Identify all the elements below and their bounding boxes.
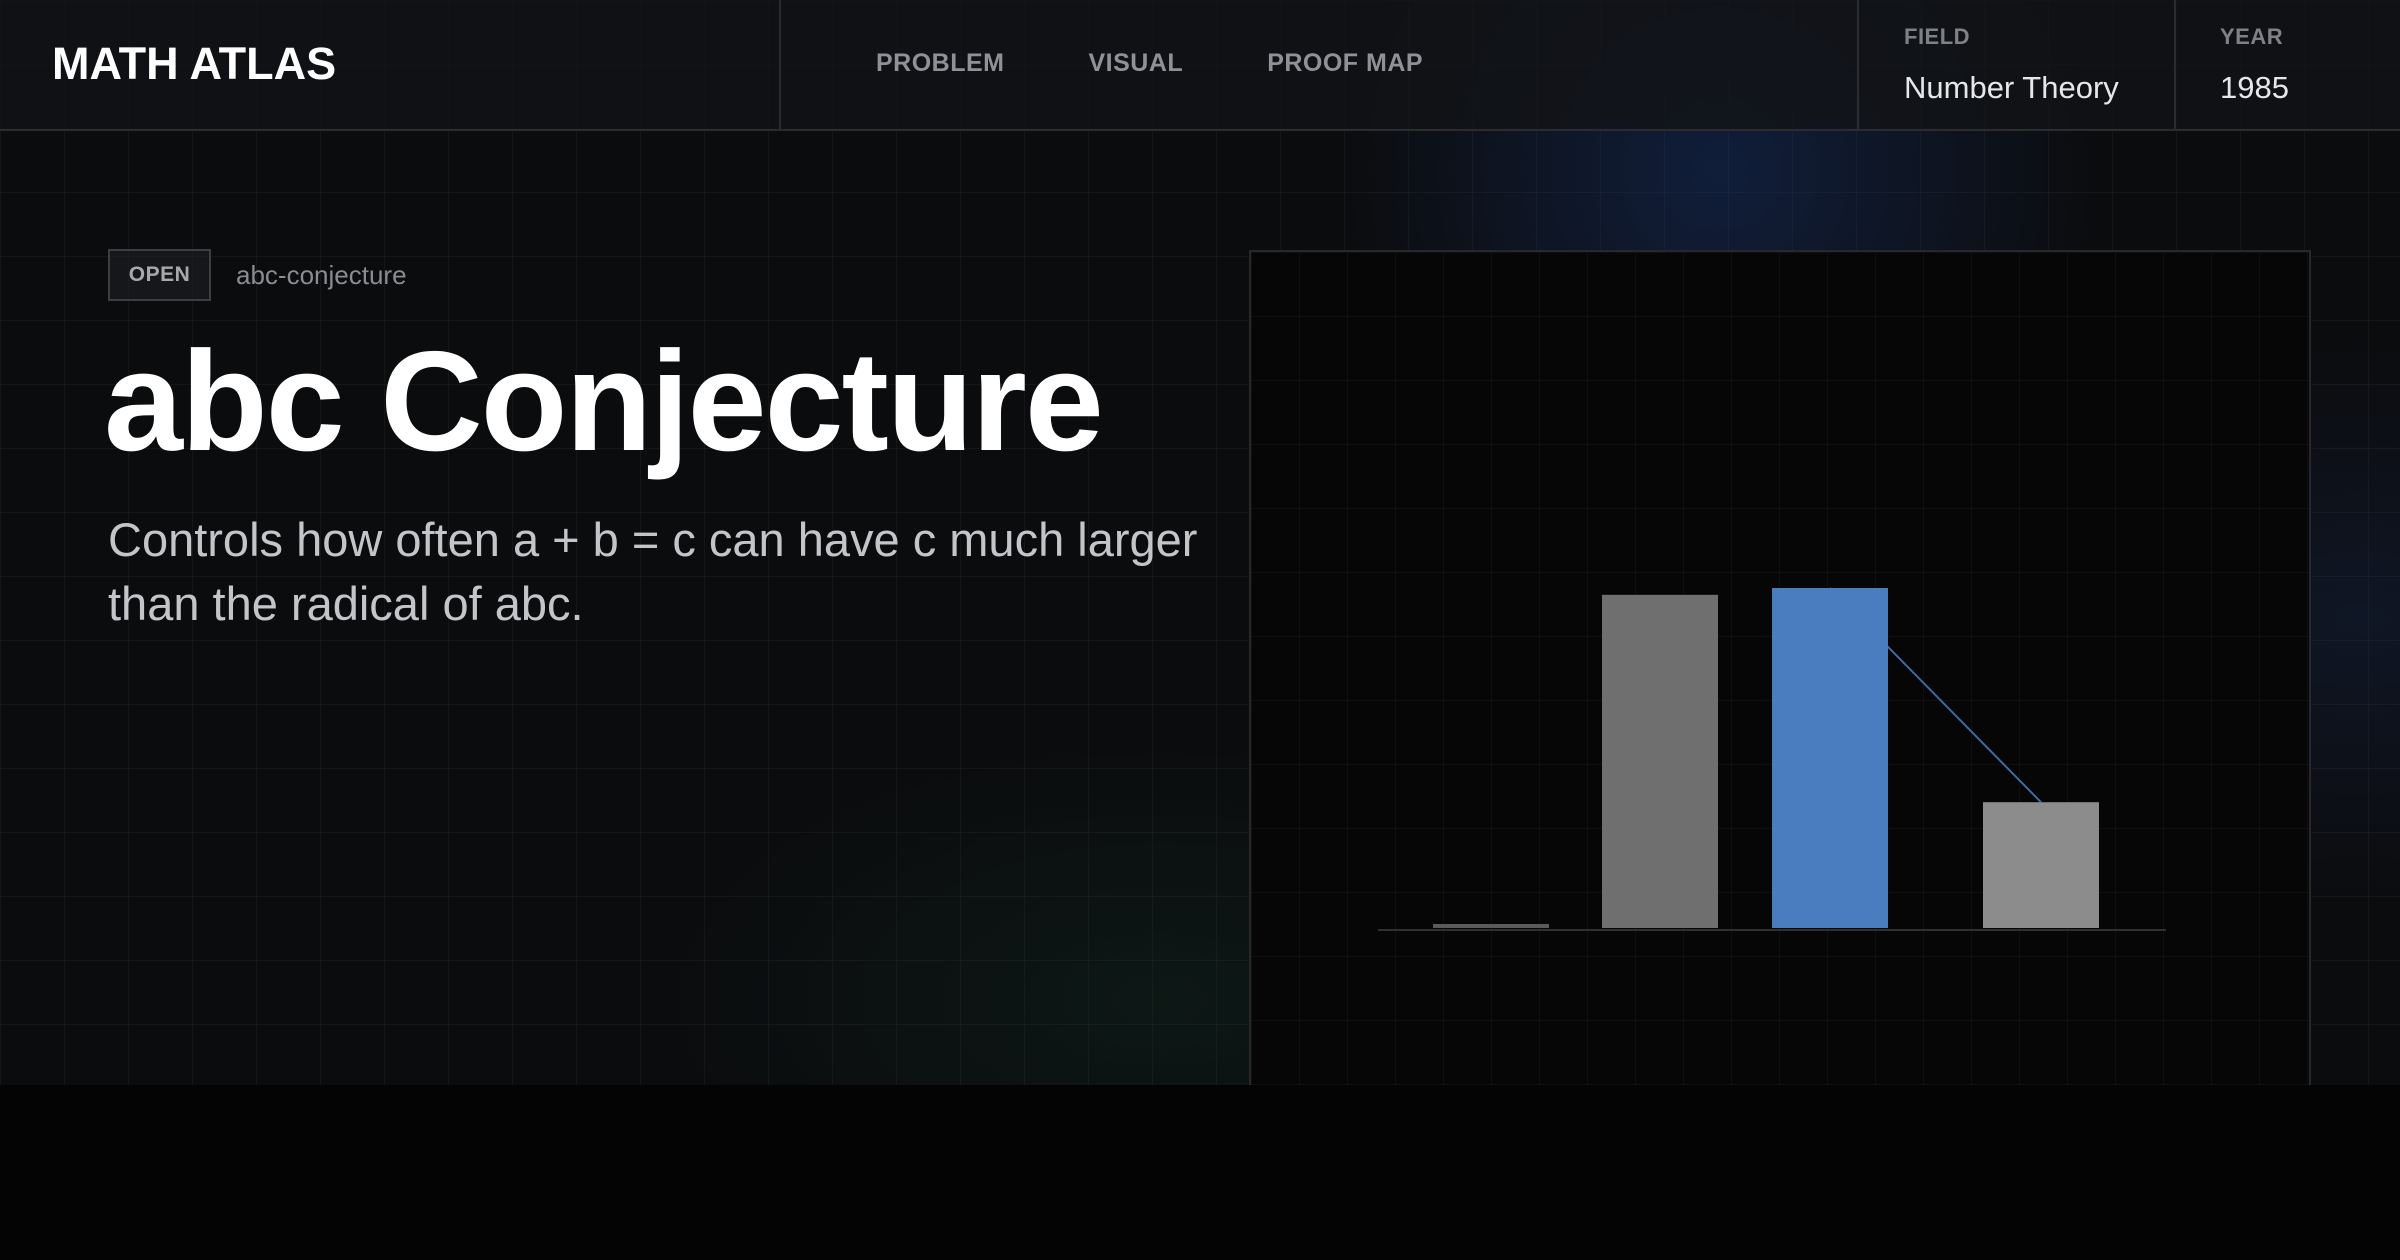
- nav-visual[interactable]: VISUAL: [1089, 49, 1184, 78]
- header-divider: [2174, 0, 2176, 131]
- nav-problem[interactable]: PROBLEM: [876, 49, 1005, 78]
- chart-bar: [1983, 802, 2099, 928]
- bottom-band: [0, 1085, 2400, 1260]
- problem-description: Controls how often a + b = c can have c …: [108, 513, 1198, 630]
- chart-bar: [1602, 594, 1718, 928]
- header-divider: [779, 0, 781, 131]
- year-label: YEAR: [2220, 24, 2284, 49]
- status-badge: OPEN: [108, 249, 211, 301]
- page: MATH ATLAS PROBLEM VISUAL PROOF MAP FIEL…: [0, 0, 2400, 1085]
- bar-chart: [1378, 587, 2166, 931]
- field-value: Number Theory: [1904, 70, 2119, 105]
- main-nav: PROBLEM VISUAL PROOF MAP: [876, 49, 1423, 78]
- year-value: 1985: [2220, 70, 2289, 105]
- nav-proof-map[interactable]: PROOF MAP: [1267, 49, 1423, 78]
- header-divider: [1857, 0, 1859, 131]
- visual-chart-panel: [1249, 250, 2311, 1085]
- field-label: FIELD: [1904, 24, 1971, 49]
- brand-logo[interactable]: MATH ATLAS: [52, 38, 336, 90]
- problem-slug: abc-conjecture: [236, 260, 407, 290]
- chart-bar: [1433, 924, 1549, 928]
- chart-bar-highlighted: [1772, 588, 1888, 928]
- page-title: abc Conjecture: [104, 322, 1104, 481]
- top-bar: MATH ATLAS PROBLEM VISUAL PROOF MAP FIEL…: [0, 0, 2400, 131]
